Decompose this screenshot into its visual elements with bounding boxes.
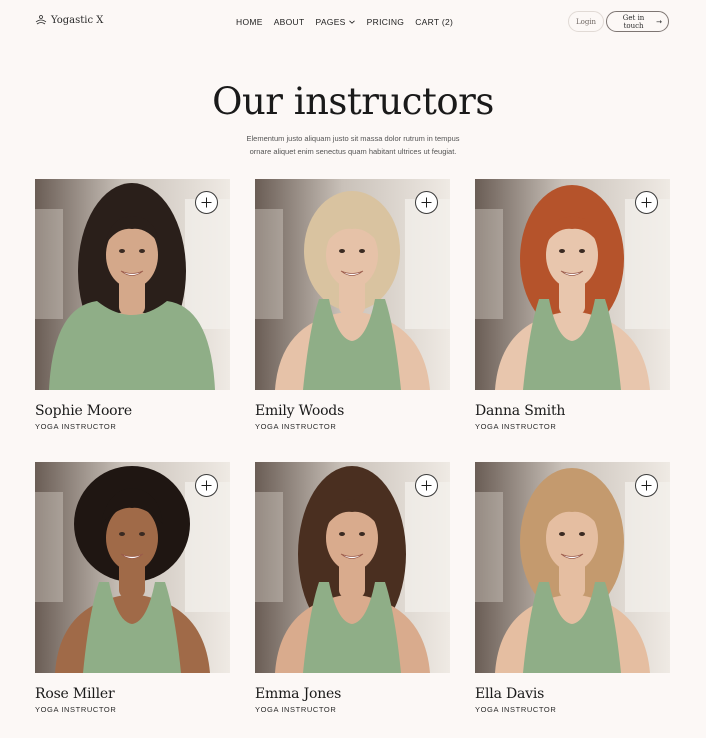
plus-icon — [201, 480, 212, 491]
instructor-role: YOGA INSTRUCTOR — [255, 705, 337, 714]
lotus-icon — [35, 15, 47, 25]
instructor-photo — [255, 462, 450, 673]
brand-logo[interactable]: Yogastic X — [35, 14, 103, 26]
nav-home[interactable]: HOME — [236, 17, 263, 27]
instructor-card[interactable]: Sophie Moore YOGA INSTRUCTOR — [35, 179, 230, 431]
plus-icon — [421, 197, 432, 208]
instructor-name: Rose Miller — [35, 686, 115, 702]
arrow-right-icon: → — [656, 17, 662, 26]
subtitle-line-1: Elementum justo aliquam justo sit massa … — [246, 134, 460, 143]
brand-name: Yogastic X — [51, 14, 104, 26]
instructor-name: Emma Jones — [255, 686, 342, 702]
nav-pricing[interactable]: PRICING — [367, 17, 405, 27]
login-label: Login — [575, 17, 597, 26]
expand-button[interactable] — [635, 474, 658, 497]
plus-icon — [641, 480, 652, 491]
subtitle-line-2: ornare aliquet enim senectus quam habita… — [249, 147, 457, 156]
nav-pages[interactable]: PAGES — [315, 17, 355, 27]
instructor-name: Sophie Moore — [35, 403, 132, 419]
instructor-role: YOGA INSTRUCTOR — [35, 422, 117, 431]
instructor-photo — [35, 462, 230, 673]
instructor-role: YOGA INSTRUCTOR — [35, 705, 117, 714]
instructor-name: Ella Davis — [475, 686, 545, 702]
login-button[interactable]: Login — [568, 11, 604, 32]
expand-button[interactable] — [195, 474, 218, 497]
instructor-role: YOGA INSTRUCTOR — [475, 705, 557, 714]
instructor-card[interactable]: Emma Jones YOGA INSTRUCTOR — [255, 462, 450, 714]
plus-icon — [201, 197, 212, 208]
nav-cart[interactable]: CART (2) — [415, 17, 453, 27]
plus-icon — [641, 197, 652, 208]
nav-about[interactable]: ABOUT — [274, 17, 305, 27]
chevron-down-icon — [348, 20, 355, 24]
main-nav: HOME ABOUT PAGES PRICING CART (2) — [236, 17, 453, 27]
page-subtitle: Elementum justo aliquam justo sit massa … — [0, 132, 706, 158]
site-header: Yogastic X HOME ABOUT PAGES PRICING CART… — [0, 0, 706, 44]
instructor-name: Emily Woods — [255, 403, 345, 419]
instructor-role: YOGA INSTRUCTOR — [255, 422, 337, 431]
get-in-touch-button[interactable]: Get in touch → — [606, 11, 669, 32]
expand-button[interactable] — [415, 474, 438, 497]
instructor-photo — [35, 179, 230, 390]
expand-button[interactable] — [195, 191, 218, 214]
page-title: Our instructors — [212, 80, 494, 123]
instructor-photo — [475, 462, 670, 673]
nav-pages-label: PAGES — [315, 17, 346, 27]
instructor-photo — [255, 179, 450, 390]
instructor-card[interactable]: Danna Smith YOGA INSTRUCTOR — [475, 179, 670, 431]
instructor-photo — [475, 179, 670, 390]
instructor-card[interactable]: Rose Miller YOGA INSTRUCTOR — [35, 462, 230, 714]
expand-button[interactable] — [635, 191, 658, 214]
instructor-card[interactable]: Ella Davis YOGA INSTRUCTOR — [475, 462, 670, 714]
instructor-role: YOGA INSTRUCTOR — [475, 422, 557, 431]
instructor-name: Danna Smith — [475, 403, 566, 419]
get-in-touch-label: Get in touch — [622, 13, 645, 30]
plus-icon — [421, 480, 432, 491]
expand-button[interactable] — [415, 191, 438, 214]
instructor-card[interactable]: Emily Woods YOGA INSTRUCTOR — [255, 179, 450, 431]
